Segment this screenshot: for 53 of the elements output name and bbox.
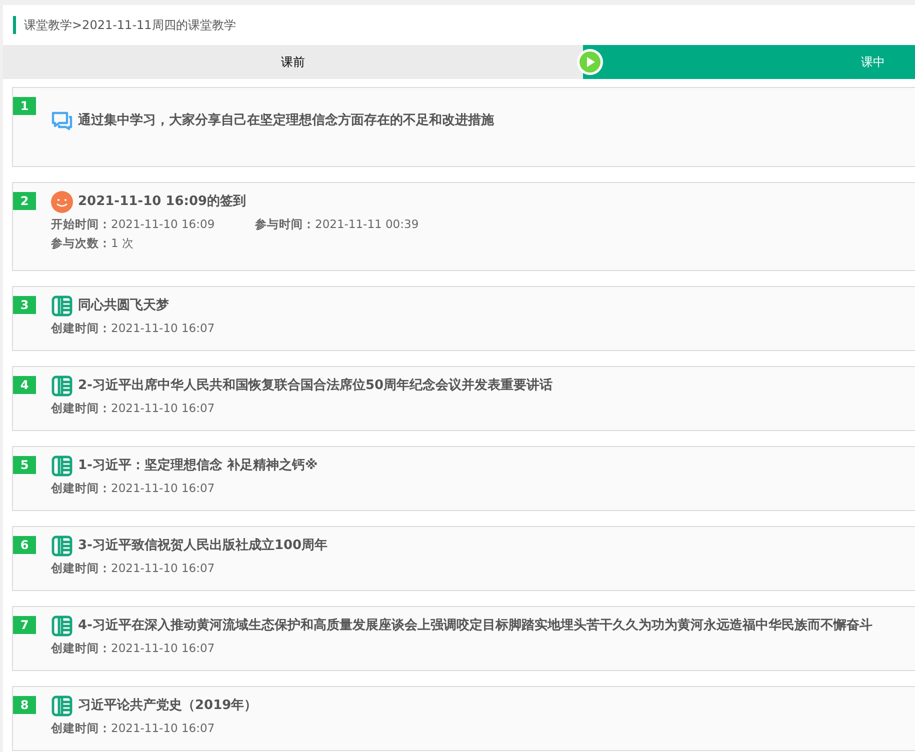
number-badge: 2: [13, 192, 36, 210]
field-value: 2021-11-10 16:07: [111, 561, 215, 575]
activity-title: 2021-11-10 16:09的签到: [78, 193, 246, 212]
field-label: 创建时间：: [51, 401, 111, 415]
field-label: 创建时间：: [51, 721, 111, 735]
activity-card[interactable]: 1 通过集中学习，大家分享自己在坚定理想信念方面存在的不足和改进措施: [12, 87, 915, 167]
activity-card[interactable]: 5 1-习近平：坚定理想信念 补足精神之钙※ 创建时间：2021-11-10 16:07: [12, 446, 915, 511]
book-icon: [51, 695, 73, 717]
book-icon: [51, 375, 73, 397]
activity-title: 同心共圆飞天梦: [78, 296, 169, 316]
play-icon[interactable]: [576, 48, 604, 76]
number-badge: 4: [13, 376, 36, 394]
field-label: 参与时间：: [255, 217, 315, 231]
activity-title: 2-习近平出席中华人民共和国恢复联合国合法席位50周年纪念会议并发表重要讲话: [78, 376, 553, 396]
tab[interactable]: 课前: [3, 45, 583, 79]
field-label: 创建时间：: [51, 561, 111, 575]
number-badge: 8: [13, 696, 36, 714]
field-label: 创建时间：: [51, 641, 111, 655]
smiley-icon: [51, 191, 73, 213]
activity-title: 3-习近平致信祝贺人民出版社成立100周年: [78, 536, 328, 556]
activity-card[interactable]: 3 同心共圆飞天梦 创建时间：2021-11-10 16:07: [12, 286, 915, 351]
number-badge: 7: [13, 616, 36, 634]
number-badge: 5: [13, 456, 36, 474]
field-label: 开始时间：: [51, 217, 111, 231]
activity-title: 1-习近平：坚定理想信念 补足精神之钙※: [78, 456, 318, 476]
field-value: 2021-11-10 16:07: [111, 321, 215, 335]
activity-card[interactable]: 7 4-习近平在深入推动黄河流域生态保护和高质量发展座谈会上强调咬定目标脚踏实地埋头苦干久久为功为黄河永远造福中华民族而不懈奋斗 创建时间：2021-11-10 16:07: [12, 606, 915, 671]
book-icon: [51, 535, 73, 557]
activity-card[interactable]: 2 2021-11-10 16:09的签到 开始时间：2021-11-10 16:09 参与时间：2021-11-11 00:39 参与次数：1 次: [12, 182, 915, 271]
book-icon: [51, 295, 73, 317]
field-value: 2021-11-10 16:07: [111, 401, 215, 415]
field-value: 2021-11-10 16:07: [111, 721, 215, 735]
chat-bubbles-icon: [51, 110, 73, 132]
number-badge: 1: [13, 97, 36, 115]
activity-title: 4-习近平在深入推动黄河流域生态保护和高质量发展座谈会上强调咬定目标脚踏实地埋头苦干久久为功为黄河永远造福中华民族而不懈奋斗: [78, 616, 872, 636]
activity-card[interactable]: 4 2-习近平出席中华人民共和国恢复联合国合法席位50周年纪念会议并发表重要讲话 创建时间：2021-11-10 16:07: [12, 366, 915, 431]
activity-title: 习近平论共产党史（2019年）: [78, 696, 258, 716]
field-value: 2021-11-10 16:07: [111, 641, 215, 655]
number-badge: 3: [13, 296, 36, 314]
book-icon: [51, 615, 73, 637]
book-icon: [51, 455, 73, 477]
activity-title: 通过集中学习，大家分享自己在坚定理想信念方面存在的不足和改进措施: [78, 112, 494, 130]
field-value: 1 次: [111, 236, 134, 250]
field-value: 2021-11-11 00:39: [315, 217, 419, 231]
activity-card[interactable]: 8 习近平论共产党史（2019年） 创建时间：2021-11-10 16:07: [12, 686, 915, 751]
field-label: 创建时间：: [51, 321, 111, 335]
field-value: 2021-11-10 16:09: [111, 217, 215, 231]
field-label: 创建时间：: [51, 481, 111, 495]
field-label: 参与次数：: [51, 236, 111, 250]
number-badge: 6: [13, 536, 36, 554]
activity-card[interactable]: 6 3-习近平致信祝贺人民出版社成立100周年 创建时间：2021-11-10 16:07: [12, 526, 915, 591]
breadcrumb: 课堂教学>2021-11-11周四的课堂教学: [13, 16, 236, 34]
field-value: 2021-11-10 16:07: [111, 481, 215, 495]
